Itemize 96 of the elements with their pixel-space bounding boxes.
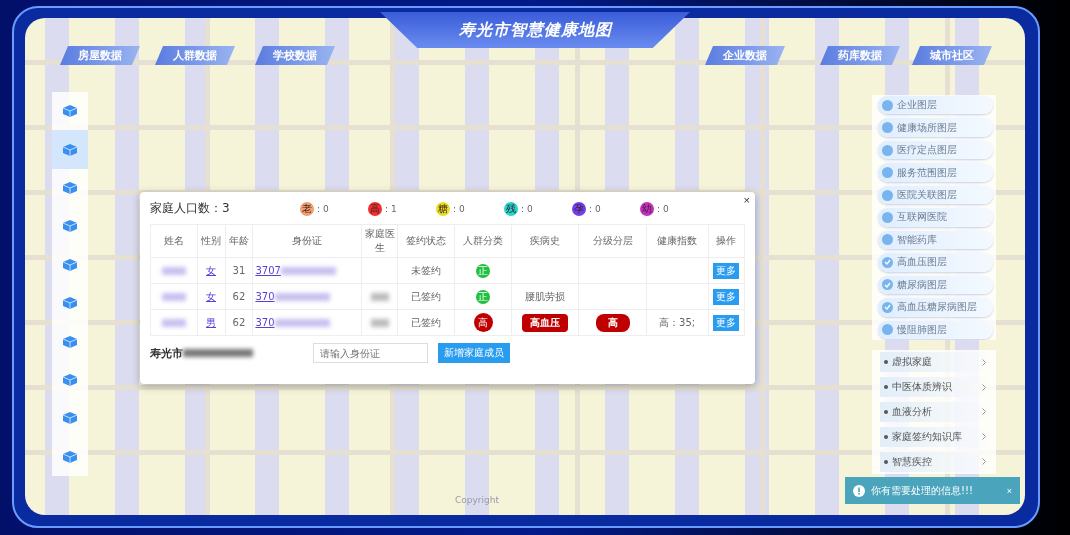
bullet-icon (884, 385, 888, 390)
gender-link[interactable]: 男 (206, 316, 217, 328)
id-input[interactable]: 请输入身份证 (313, 343, 428, 363)
column-header: 身份证 (252, 224, 362, 258)
layer-toggle[interactable]: 医疗定点图层 (878, 140, 993, 160)
redacted-id (274, 293, 330, 301)
table-cell: 31 (225, 257, 253, 284)
cube-icon (61, 256, 79, 273)
redacted-doctor (370, 293, 389, 301)
gender-link[interactable]: 女 (206, 264, 217, 276)
legend-item: 幼 : 0 (640, 201, 670, 216)
redacted-name (161, 293, 186, 301)
redacted-address (183, 349, 253, 357)
chevron-right-icon (982, 433, 986, 441)
layer-toggle[interactable]: 服务范围图层 (878, 163, 993, 182)
chevron-right-icon (982, 408, 986, 416)
nav-tab[interactable]: 人群数据 (155, 46, 235, 65)
legend-item: 高 : 1 (368, 201, 398, 216)
layer-toggle[interactable]: 糖尿病图层 (878, 275, 993, 295)
id-link[interactable]: 370 (255, 317, 275, 328)
cube-icon (61, 448, 79, 465)
more-button[interactable]: 更多 (713, 314, 740, 331)
nav-tab[interactable]: 企业数据 (705, 46, 785, 65)
copyright-text: Copyright (455, 495, 499, 505)
nav-tab[interactable]: 城市社区 (912, 46, 992, 65)
notification-text: 你有需要处理的信息!!! (871, 483, 975, 498)
column-header: 签约状态 (397, 224, 455, 258)
legend-item: 残 : 0 (504, 201, 534, 216)
table-cell: 62 (225, 283, 253, 310)
group-badge: 正 (476, 263, 491, 278)
table-cell: 62 (225, 309, 253, 336)
column-header: 分级分层 (578, 224, 647, 258)
more-button[interactable]: 更多 (713, 288, 740, 305)
dialog-title: 家庭人口数：3 (150, 200, 231, 217)
bullet-icon (884, 434, 888, 439)
health-index: 高：35; (659, 316, 696, 328)
id-link[interactable]: 370 (255, 291, 275, 302)
layer-toggle[interactable]: 医院关联图层 (878, 185, 993, 205)
column-header: 姓名 (150, 224, 198, 258)
cube-icon (61, 410, 79, 427)
gender-link[interactable]: 女 (206, 290, 217, 302)
cube-icon (61, 180, 79, 196)
redacted-id (280, 267, 336, 275)
group-badge: 高 (473, 313, 493, 332)
table-cell: 已签约 (397, 283, 455, 310)
redacted-name (161, 319, 186, 327)
column-header: 家庭医生 (361, 224, 398, 258)
cube-icon (61, 372, 79, 389)
address-text: 寿光市 (150, 345, 183, 361)
close-button[interactable]: × (743, 194, 750, 206)
column-header: 健康指数 (646, 224, 709, 258)
more-button[interactable]: 更多 (713, 262, 740, 279)
legend-item: 孕 : 0 (572, 201, 602, 216)
column-header: 操作 (708, 224, 745, 258)
column-header: 年龄 (225, 224, 253, 258)
legend-item: 老 : 0 (300, 201, 330, 216)
bullet-icon (884, 459, 888, 464)
layer-toggle[interactable]: 互联网医院 (878, 208, 993, 227)
cube-icon (61, 103, 79, 120)
page-title: 寿光市智慧健康地图 (458, 19, 612, 41)
column-header: 疾病史 (511, 224, 579, 258)
cube-icon (61, 218, 79, 235)
nav-tab[interactable]: 学校数据 (255, 46, 335, 65)
info-icon (853, 484, 865, 497)
redacted-doctor (370, 319, 389, 327)
grade-tag: 高 (595, 313, 630, 332)
layer-toggle[interactable]: 企业图层 (878, 96, 993, 115)
layer-toggle[interactable]: 高血压糖尿病图层 (878, 298, 993, 317)
layer-toggle[interactable]: 健康场所图层 (878, 118, 993, 137)
chevron-right-icon (982, 383, 986, 391)
cube-icon (61, 295, 79, 312)
disease-text: 腰肌劳损 (525, 290, 566, 302)
legend-item: 糖 : 0 (436, 201, 466, 216)
table-cell: 未签约 (397, 257, 455, 284)
nav-tab[interactable]: 房屋数据 (60, 46, 140, 65)
chevron-right-icon (982, 358, 986, 366)
bullet-icon (884, 360, 888, 365)
layer-toggle[interactable]: 慢阻肺图层 (878, 320, 993, 339)
bullet-icon (884, 410, 888, 414)
redacted-id (274, 319, 330, 327)
disease-tag: 高血压 (522, 313, 569, 332)
group-badge: 正 (476, 289, 491, 304)
id-link[interactable]: 3707 (255, 265, 281, 276)
layer-toggle[interactable]: 智能药库 (878, 230, 993, 250)
close-button[interactable]: × (1006, 485, 1012, 496)
table-cell: 已签约 (397, 309, 455, 336)
column-header: 人群分类 (454, 224, 512, 258)
sidebar-item[interactable] (52, 130, 88, 169)
chevron-right-icon (982, 458, 986, 466)
add-member-button[interactable]: 新增家庭成员 (438, 343, 510, 363)
layer-toggle[interactable]: 高血压图层 (878, 253, 993, 272)
cube-icon (61, 333, 79, 350)
nav-tab[interactable]: 药库数据 (820, 46, 900, 65)
cube-icon (61, 141, 79, 158)
column-header: 性别 (197, 224, 225, 258)
redacted-name (161, 267, 186, 275)
